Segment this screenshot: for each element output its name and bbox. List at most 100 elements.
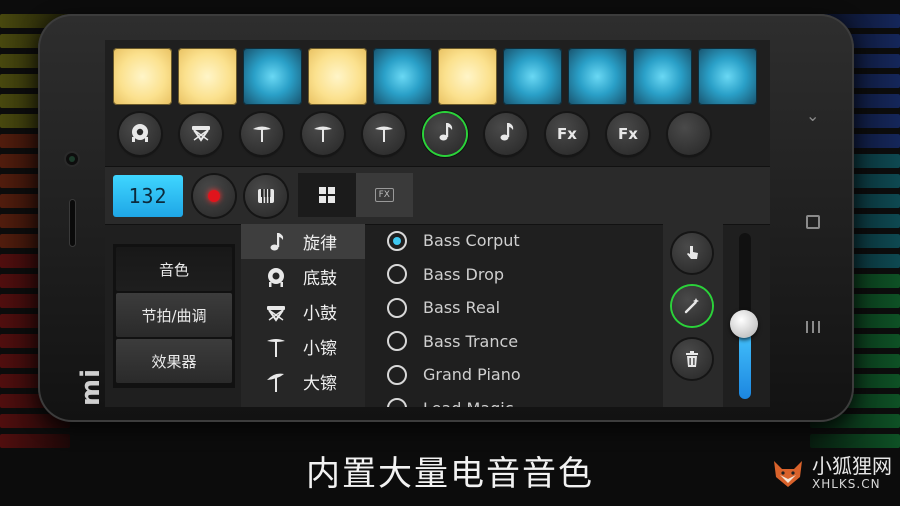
- drum-pad-2[interactable]: [178, 48, 237, 105]
- piano-keys-icon: [258, 189, 274, 203]
- bpm-display[interactable]: 132: [113, 175, 183, 217]
- cymbal-icon: [311, 120, 335, 148]
- instrument-button-1[interactable]: [119, 113, 161, 155]
- drum-pad-1[interactable]: [113, 48, 172, 105]
- radio-button[interactable]: [387, 264, 407, 285]
- instrument-list-item[interactable]: 小镲: [241, 329, 365, 364]
- sound-label: Bass Corput: [423, 231, 520, 251]
- promo-caption: 内置大量电音音色: [306, 454, 594, 494]
- trash-icon: [686, 351, 698, 367]
- touch-button[interactable]: [672, 233, 712, 273]
- sound-option[interactable]: Lead Magic: [377, 392, 657, 407]
- sound-label: Bass Real: [423, 298, 501, 318]
- fx-icon: Fx: [557, 125, 577, 143]
- sound-option[interactable]: Bass Corput: [377, 224, 657, 258]
- category-tab-3[interactable]: 效果器: [116, 339, 232, 383]
- instrument-button-2[interactable]: [180, 113, 222, 155]
- music-note-icon: [433, 120, 457, 148]
- hihat-icon: [261, 335, 291, 359]
- radio-button[interactable]: [387, 230, 407, 251]
- keyboard-button[interactable]: [245, 175, 287, 217]
- fx-tab-label: FX: [374, 188, 394, 202]
- snare-icon: [189, 120, 213, 148]
- instrument-label: 小镲: [303, 339, 337, 359]
- touch-hand-icon: [687, 246, 698, 259]
- sound-option[interactable]: Grand Piano: [377, 358, 657, 392]
- bass-drum-icon: [261, 265, 291, 289]
- radio-button[interactable]: [387, 364, 407, 385]
- record-button[interactable]: [193, 175, 235, 217]
- sound-label: Bass Drop: [423, 264, 505, 284]
- instrument-label: 底鼓: [303, 269, 337, 289]
- sound-option[interactable]: Bass Trance: [377, 325, 657, 359]
- instrument-button-7[interactable]: [485, 113, 527, 155]
- drum-pad-10[interactable]: [698, 48, 757, 105]
- category-tab-1[interactable]: 音色: [116, 247, 232, 291]
- music-note-icon: [261, 230, 291, 254]
- pad-grid: [113, 48, 757, 105]
- record-icon: [208, 190, 220, 202]
- magic-wand-button[interactable]: [672, 286, 712, 326]
- tab-fx[interactable]: FX: [355, 173, 413, 217]
- control-bar: 132 FX: [105, 166, 770, 225]
- drum-pad-8[interactable]: [568, 48, 627, 105]
- volume-slider-knob[interactable]: [730, 310, 758, 339]
- instrument-list-item[interactable]: 旋律: [241, 224, 365, 259]
- sound-label: Bass Trance: [423, 331, 519, 351]
- instrument-list-item[interactable]: 大镲: [241, 364, 365, 399]
- sound-label: Grand Piano: [423, 365, 521, 385]
- sound-option[interactable]: Bass Drop: [377, 258, 657, 292]
- delete-button[interactable]: [672, 339, 712, 379]
- tab-pads[interactable]: [298, 173, 356, 217]
- radio-button[interactable]: [387, 331, 407, 352]
- music-note-icon: [494, 120, 518, 148]
- instrument-button-10[interactable]: [668, 113, 710, 155]
- instrument-label: 旋律: [303, 234, 337, 254]
- crash-cymbal-icon: [261, 370, 291, 394]
- instrument-list: 旋律底鼓小鼓小镲大镲: [241, 224, 365, 407]
- drum-pad-3[interactable]: [243, 48, 302, 105]
- snare-icon: [261, 300, 291, 324]
- drum-pad-5[interactable]: [373, 48, 432, 105]
- instrument-label: 大镲: [303, 374, 337, 394]
- instrument-list-item[interactable]: 小鼓: [241, 294, 365, 329]
- home-nav-icon[interactable]: [806, 214, 820, 233]
- instrument-button-5[interactable]: [363, 113, 405, 155]
- drum-pad-7[interactable]: [503, 48, 562, 105]
- grid-icon: [318, 187, 335, 203]
- drum-pad-6[interactable]: [438, 48, 497, 105]
- category-panel: 音色 节拍/曲调 效果器: [113, 244, 235, 388]
- radio-button[interactable]: [387, 398, 407, 407]
- cymbal-icon: [372, 120, 396, 148]
- watermark-domain: XHLKS.CN: [812, 477, 881, 491]
- phone-logo: mi: [76, 367, 107, 407]
- radio-button[interactable]: [387, 297, 407, 318]
- app-screen: Fx Fx 132 FX 音色 节拍/曲调 效果器 旋律 底鼓 小鼓 小镲 大镲…: [105, 40, 770, 407]
- sound-list: Bass Corput Bass Drop Bass Real Bass Trance…: [377, 224, 657, 407]
- tool-column: [663, 224, 723, 407]
- menu-nav-icon[interactable]: [806, 318, 820, 337]
- category-tab-2[interactable]: 节拍/曲调: [116, 293, 232, 337]
- magic-wand-icon: [684, 298, 699, 314]
- instrument-list-item[interactable]: 底鼓: [241, 259, 365, 294]
- instrument-buttons-row: Fx Fx: [119, 113, 710, 155]
- back-nav-icon[interactable]: ⌄: [806, 106, 819, 125]
- instrument-label: 小鼓: [303, 304, 337, 324]
- sound-option[interactable]: Bass Real: [377, 291, 657, 325]
- instrument-button-8[interactable]: Fx: [546, 113, 588, 155]
- cymbal-icon: [250, 120, 274, 148]
- drum-icon: [128, 120, 152, 148]
- view-switcher: FX: [298, 173, 413, 217]
- drum-pad-9[interactable]: [633, 48, 692, 105]
- instrument-button-6[interactable]: [424, 113, 466, 155]
- instrument-button-9[interactable]: Fx: [607, 113, 649, 155]
- drum-pad-4[interactable]: [308, 48, 367, 105]
- fox-logo-icon: [774, 461, 802, 487]
- sound-label: Lead Magic: [423, 399, 514, 407]
- earpiece-speaker: [70, 200, 75, 246]
- instrument-button-4[interactable]: [302, 113, 344, 155]
- watermark-name: 小狐狸网: [812, 454, 892, 478]
- instrument-button-3[interactable]: [241, 113, 283, 155]
- fx-icon: Fx: [618, 125, 638, 143]
- watermark: 小狐狸网 XHLKS.CN: [770, 455, 892, 491]
